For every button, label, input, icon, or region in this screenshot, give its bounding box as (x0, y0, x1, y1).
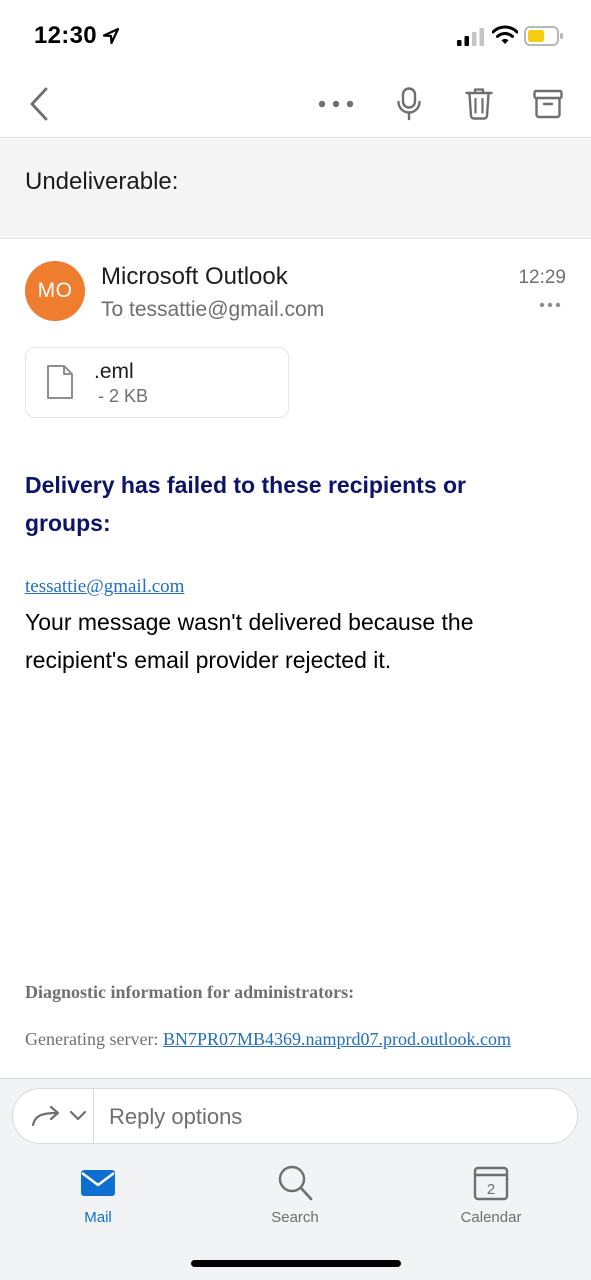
cellular-signal-icon (457, 28, 484, 46)
status-bar: 12:30 (0, 0, 591, 70)
sender-avatar[interactable]: MO (25, 261, 85, 321)
message-toolbar (0, 70, 591, 138)
tab-search[interactable]: Search (235, 1163, 355, 1226)
message-more-icon[interactable] (539, 302, 561, 308)
diagnostic-heading: Diagnostic information for administrator… (25, 982, 355, 1002)
more-options-button[interactable] (316, 70, 356, 138)
sender-name[interactable]: Microsoft Outlook (101, 263, 288, 291)
archive-button[interactable] (530, 70, 566, 138)
tab-calendar-label: Calendar (460, 1209, 522, 1226)
back-chevron-icon (30, 87, 48, 121)
reply-divider (93, 1089, 94, 1143)
attachment-card[interactable]: .eml - 2 KB (25, 347, 289, 418)
subject-header: Undeliverable: (0, 139, 591, 239)
delivery-failed-heading: Delivery has failed to these recipients … (25, 472, 466, 536)
attachment-size: - 2 KB (98, 386, 149, 406)
tab-mail-label: Mail (84, 1209, 112, 1226)
failure-explanation: Your message wasn't delivered because th… (25, 609, 474, 673)
search-icon (278, 1165, 313, 1201)
reply-options-bar[interactable]: Reply options (12, 1088, 578, 1144)
generating-server-line: Generating server: BN7PR07MB4369.namprd0… (25, 1029, 511, 1050)
generating-server-label: Generating server: (25, 1029, 159, 1049)
voice-button[interactable] (392, 70, 426, 138)
message-time: 12:29 (518, 267, 566, 288)
location-arrow-icon (102, 27, 120, 45)
chevron-down-icon[interactable] (69, 1110, 87, 1122)
mail-icon (81, 1170, 115, 1196)
tab-mail[interactable]: Mail (38, 1163, 158, 1226)
attachment-name: .eml (94, 360, 134, 383)
calendar-day-number: 2 (487, 1181, 495, 1198)
back-button[interactable] (22, 70, 56, 138)
tab-calendar[interactable]: 2 Calendar (431, 1163, 551, 1226)
trash-icon (465, 88, 493, 120)
tab-search-label: Search (271, 1209, 319, 1226)
status-time: 12:30 (34, 22, 97, 49)
microphone-icon (397, 87, 421, 121)
archive-icon (533, 89, 563, 119)
battery-icon (524, 26, 563, 46)
wifi-icon (492, 25, 518, 44)
failed-recipient-link[interactable]: tessattie@gmail.com (25, 576, 184, 598)
recipient-line[interactable]: To tessattie@gmail.com (101, 298, 324, 322)
calendar-icon: 2 (473, 1166, 509, 1201)
file-icon (47, 365, 73, 399)
message-subject: Undeliverable: (25, 168, 179, 195)
more-icon (318, 100, 354, 108)
home-indicator (191, 1260, 401, 1267)
delete-button[interactable] (461, 70, 497, 138)
generating-server-link[interactable]: BN7PR07MB4369.namprd07.prod.outlook.com (163, 1029, 511, 1049)
forward-arrow-icon (31, 1105, 60, 1127)
reply-options-label: Reply options (109, 1104, 243, 1129)
